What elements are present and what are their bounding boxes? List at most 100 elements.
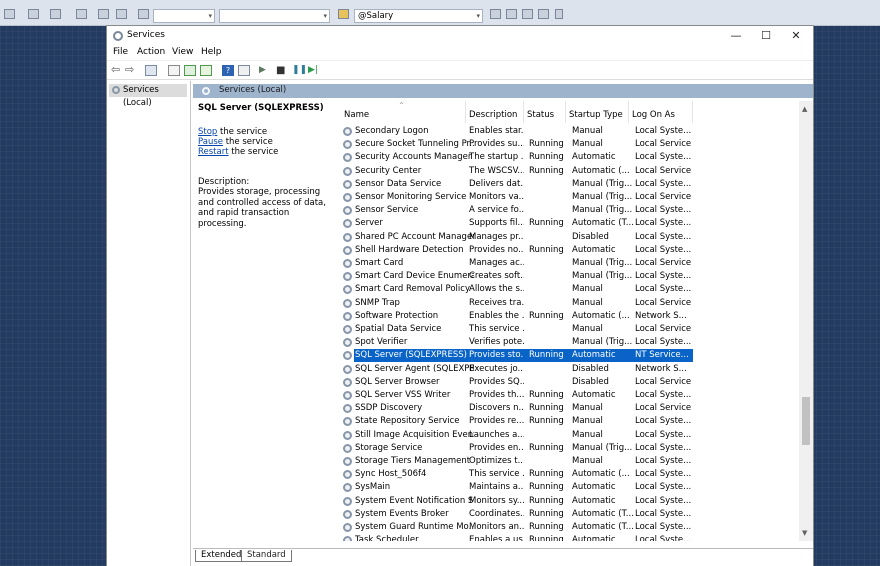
back-arrow-icon[interactable]: ⇦ <box>111 64 123 76</box>
properties-sheet-icon[interactable] <box>168 65 180 76</box>
service-row[interactable]: State Repository Service Provides re... Ru… <box>341 415 799 428</box>
service-row[interactable]: Smart Card Manages ac... Manual (Trig... Lo… <box>341 257 799 270</box>
service-startup-type: Manual <box>572 126 603 136</box>
host-combo-variable[interactable]: @Salary ▾ <box>354 9 483 23</box>
menu-view[interactable]: View <box>172 47 193 57</box>
start-service-icon[interactable]: ▶ <box>259 65 271 76</box>
column-header-description[interactable]: Description <box>466 101 524 123</box>
service-row[interactable]: Task Scheduler Enables a us... Running Auto… <box>341 534 799 541</box>
scroll-up-icon[interactable]: ▲ <box>802 105 807 113</box>
service-row[interactable]: Spatial Data Service This service ... Manu… <box>341 323 799 336</box>
redo-icon[interactable] <box>28 9 39 19</box>
tab-extended[interactable]: Extended <box>195 550 248 562</box>
scroll-down-icon[interactable]: ▼ <box>802 529 807 537</box>
restart-service-icon[interactable]: ▶| <box>308 65 320 76</box>
tool-icon-4[interactable] <box>538 9 549 19</box>
folder-icon[interactable] <box>338 9 349 19</box>
host-combo-1[interactable]: ▾ <box>153 9 215 23</box>
service-row[interactable]: Smart Card Device Enumera... Creates soft… <box>341 270 799 283</box>
service-row[interactable]: SQL Server Agent (SQLEXPR... Executes jo.… <box>341 363 799 376</box>
tab-standard[interactable]: Standard <box>241 550 292 562</box>
restart-service-link[interactable]: Restart <box>198 147 229 157</box>
column-header-name[interactable]: Name ^ <box>341 101 466 123</box>
service-row[interactable]: Smart Card Removal Policy Allows the s...… <box>341 283 799 296</box>
service-row[interactable]: Sensor Data Service Delivers dat... Manual… <box>341 178 799 191</box>
show-hide-tree-icon[interactable] <box>145 65 157 76</box>
view-icon[interactable] <box>238 65 250 76</box>
service-name: SQL Server Browser <box>355 376 440 387</box>
service-row[interactable]: Shared PC Account Manager Manages pr... Di… <box>341 231 799 244</box>
scrollbar-thumb[interactable] <box>802 397 810 445</box>
service-row[interactable]: SNMP Trap Receives tra... Manual Local Serv… <box>341 297 799 310</box>
overflow-icon[interactable] <box>555 9 563 19</box>
service-row[interactable]: Security Accounts Manager The startup ...… <box>341 151 799 164</box>
service-row[interactable]: Software Protection Enables the ... Runnin… <box>341 310 799 323</box>
column-header-status[interactable]: Status <box>524 101 566 123</box>
service-row[interactable]: SQL Server (SQLEXPRESS) Provides sto... Ru… <box>341 349 799 363</box>
menu-help[interactable]: Help <box>201 47 222 57</box>
column-header-startup-type[interactable]: Startup Type <box>566 101 629 123</box>
service-row[interactable]: SQL Server VSS Writer Provides th... Runni… <box>341 389 799 402</box>
service-gear-icon <box>343 483 352 493</box>
format-icon[interactable] <box>76 9 87 19</box>
service-row[interactable]: Still Image Acquisition Events Launches a… <box>341 429 799 442</box>
service-row[interactable]: System Events Broker Coordinates... Runnin… <box>341 508 799 521</box>
service-row[interactable]: Secondary Logon Enables star... Manual Loca… <box>341 125 799 138</box>
service-row[interactable]: Server Supports fil... Running Automatic (T… <box>341 217 799 230</box>
host-combo-2[interactable]: ▾ <box>219 9 330 23</box>
mmc-toolbar: ⇦ ⇨ ? ▶ ■ ❚❚ ▶| <box>107 60 813 80</box>
service-row[interactable]: Secure Socket Tunneling Pr... Provides su… <box>341 138 799 151</box>
service-startup-type: Automatic <box>572 350 616 361</box>
title-bar: Services — ☐ ✕ <box>107 26 813 46</box>
redo-more-icon[interactable] <box>50 9 61 19</box>
service-description: Manages pr... <box>469 231 524 242</box>
play-icon[interactable] <box>138 9 149 19</box>
service-row[interactable]: SSDP Discovery Discovers n... Running Manua… <box>341 402 799 415</box>
image-icon[interactable] <box>116 9 127 19</box>
service-log-on-as: Local Syste... <box>635 522 691 532</box>
service-row[interactable]: SQL Server Browser Provides SQ... Disabled… <box>341 376 799 389</box>
service-row[interactable]: Shell Hardware Detection Provides no... Ru… <box>341 244 799 257</box>
maximize-button[interactable]: ☐ <box>751 26 781 46</box>
service-row[interactable]: SysMain Maintains a... Running Automatic Loc… <box>341 481 799 494</box>
pause-service-link[interactable]: Pause <box>198 137 223 147</box>
service-row[interactable]: Sensor Service A service fo... Manual (Tri… <box>341 204 799 217</box>
tool-icon-2[interactable] <box>506 9 517 19</box>
service-gear-icon <box>343 351 352 361</box>
stop-service-icon[interactable]: ■ <box>276 65 288 76</box>
tool-icon-1[interactable] <box>490 9 501 19</box>
minimize-button[interactable]: — <box>721 26 751 46</box>
forward-arrow-icon[interactable]: ⇨ <box>125 64 137 76</box>
service-row[interactable]: System Guard Runtime Mo... Monitors an...… <box>341 521 799 534</box>
service-description: Maintains a... <box>469 482 524 493</box>
service-row[interactable]: Spot Verifier Verifies pote... Manual (Tri… <box>341 336 799 349</box>
service-name: Smart Card <box>355 258 404 268</box>
service-row[interactable]: Storage Service Provides en... Running Manu… <box>341 442 799 455</box>
service-row[interactable]: Security Center The WSCSV... Running Automa… <box>341 165 799 178</box>
help-icon[interactable]: ? <box>222 65 234 76</box>
refresh-icon[interactable] <box>184 65 196 76</box>
service-startup-type: Manual (Trig... <box>572 258 633 268</box>
undo-icon[interactable] <box>4 9 15 19</box>
vertical-scrollbar[interactable]: ▲ ▼ <box>799 101 813 541</box>
tree-item-services-local[interactable]: Services (Local) <box>109 84 187 108</box>
service-startup-type: Manual <box>572 429 603 440</box>
service-row[interactable]: Sync Host_506f4 This service ... Running Au… <box>341 468 799 481</box>
close-button[interactable]: ✕ <box>781 26 811 46</box>
service-status: Running <box>529 350 564 361</box>
service-row[interactable]: System Event Notification S... Monitors s… <box>341 495 799 508</box>
pause-service-icon[interactable]: ❚❚ <box>292 65 307 76</box>
service-log-on-as: Local Syste... <box>635 178 691 189</box>
clipboard-icon[interactable] <box>98 9 109 19</box>
stop-service-link[interactable]: Stop <box>198 127 217 137</box>
service-name: Spot Verifier <box>355 337 408 348</box>
column-header-log-on-as[interactable]: Log On As <box>629 101 693 123</box>
menu-action[interactable]: Action <box>137 47 165 57</box>
service-startup-type: Automatic (T... <box>572 218 634 229</box>
menu-file[interactable]: File <box>113 47 128 57</box>
service-startup-type: Manual <box>572 416 603 427</box>
export-list-icon[interactable] <box>200 65 212 76</box>
tool-icon-3[interactable] <box>522 9 533 19</box>
service-row[interactable]: Storage Tiers Management Optimizes t... Ma… <box>341 455 799 468</box>
service-row[interactable]: Sensor Monitoring Service Monitors va... M… <box>341 191 799 204</box>
